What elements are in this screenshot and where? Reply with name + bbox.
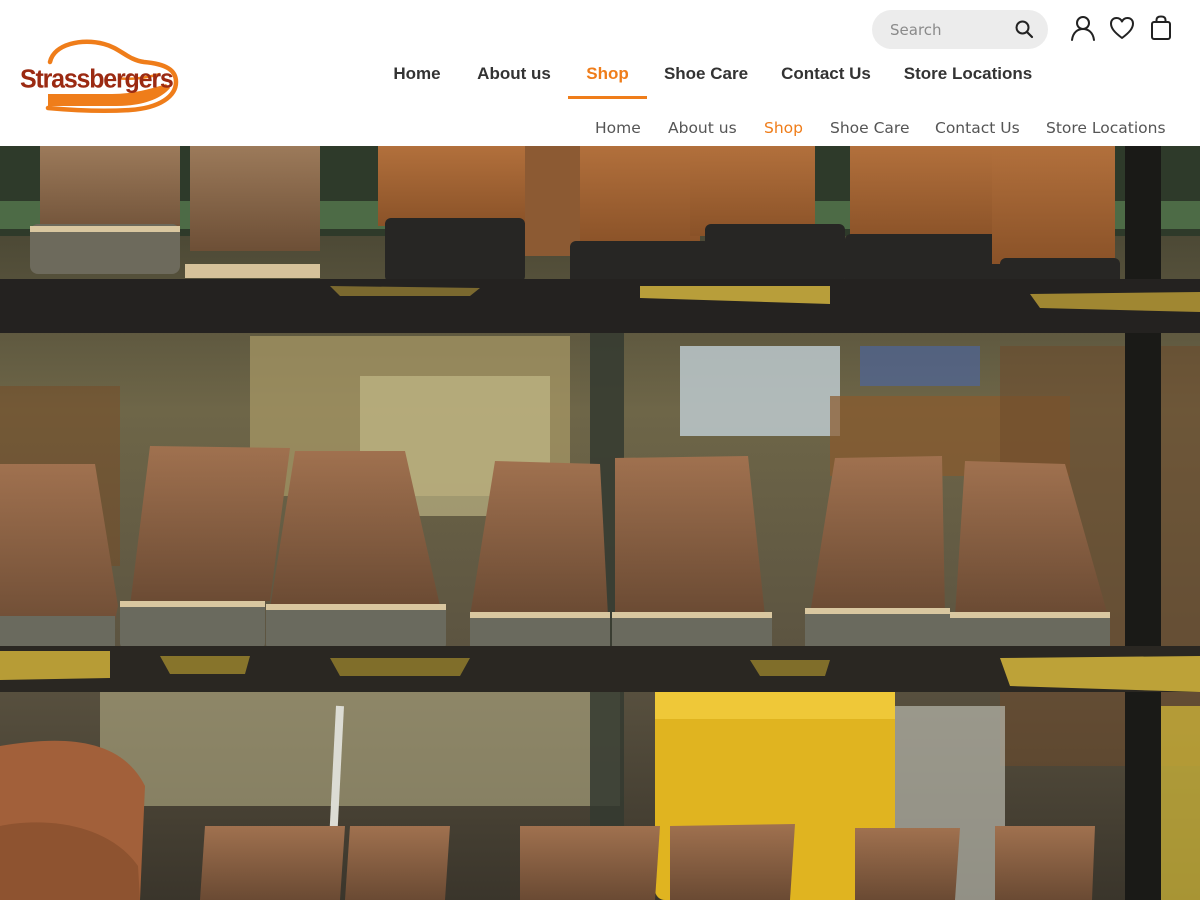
nav-shoe-care[interactable]: Shoe Care: [662, 58, 750, 98]
nav-store-locations[interactable]: Store Locations: [903, 58, 1033, 98]
subnav-contact-us[interactable]: Contact Us: [935, 116, 1020, 140]
subnav-home[interactable]: Home: [595, 116, 641, 140]
hero-image: [0, 146, 1200, 900]
shopping-bag-icon[interactable]: [1147, 14, 1175, 42]
account-icon[interactable]: [1069, 14, 1097, 42]
brand-logo[interactable]: Strassbergers: [20, 38, 180, 116]
brand-name: Strassbergers: [20, 64, 174, 94]
nav-shop[interactable]: Shop: [568, 58, 647, 98]
subnav-store-locations[interactable]: Store Locations: [1046, 116, 1166, 140]
top-shelf-boots: [30, 146, 1120, 288]
search-input[interactable]: [890, 18, 1010, 42]
nav-contact-us[interactable]: Contact Us: [780, 58, 872, 98]
subnav-shop[interactable]: Shop: [764, 116, 803, 140]
site-header: Strassbergers Home About us Shop Shoe Ca…: [0, 0, 1200, 146]
nav-about-us[interactable]: About us: [474, 58, 554, 98]
heart-icon[interactable]: [1108, 14, 1136, 42]
subnav-about-us[interactable]: About us: [668, 116, 737, 140]
nav-home[interactable]: Home: [380, 58, 454, 98]
active-nav-underline: [568, 96, 647, 99]
boots-on-shelves-photo: [0, 146, 1200, 900]
secondary-navigation: Home About us Shop Shoe Care Contact Us …: [560, 116, 1180, 140]
search-icon[interactable]: [1014, 19, 1034, 39]
search-box[interactable]: [872, 10, 1048, 49]
subnav-shoe-care[interactable]: Shoe Care: [830, 116, 910, 140]
